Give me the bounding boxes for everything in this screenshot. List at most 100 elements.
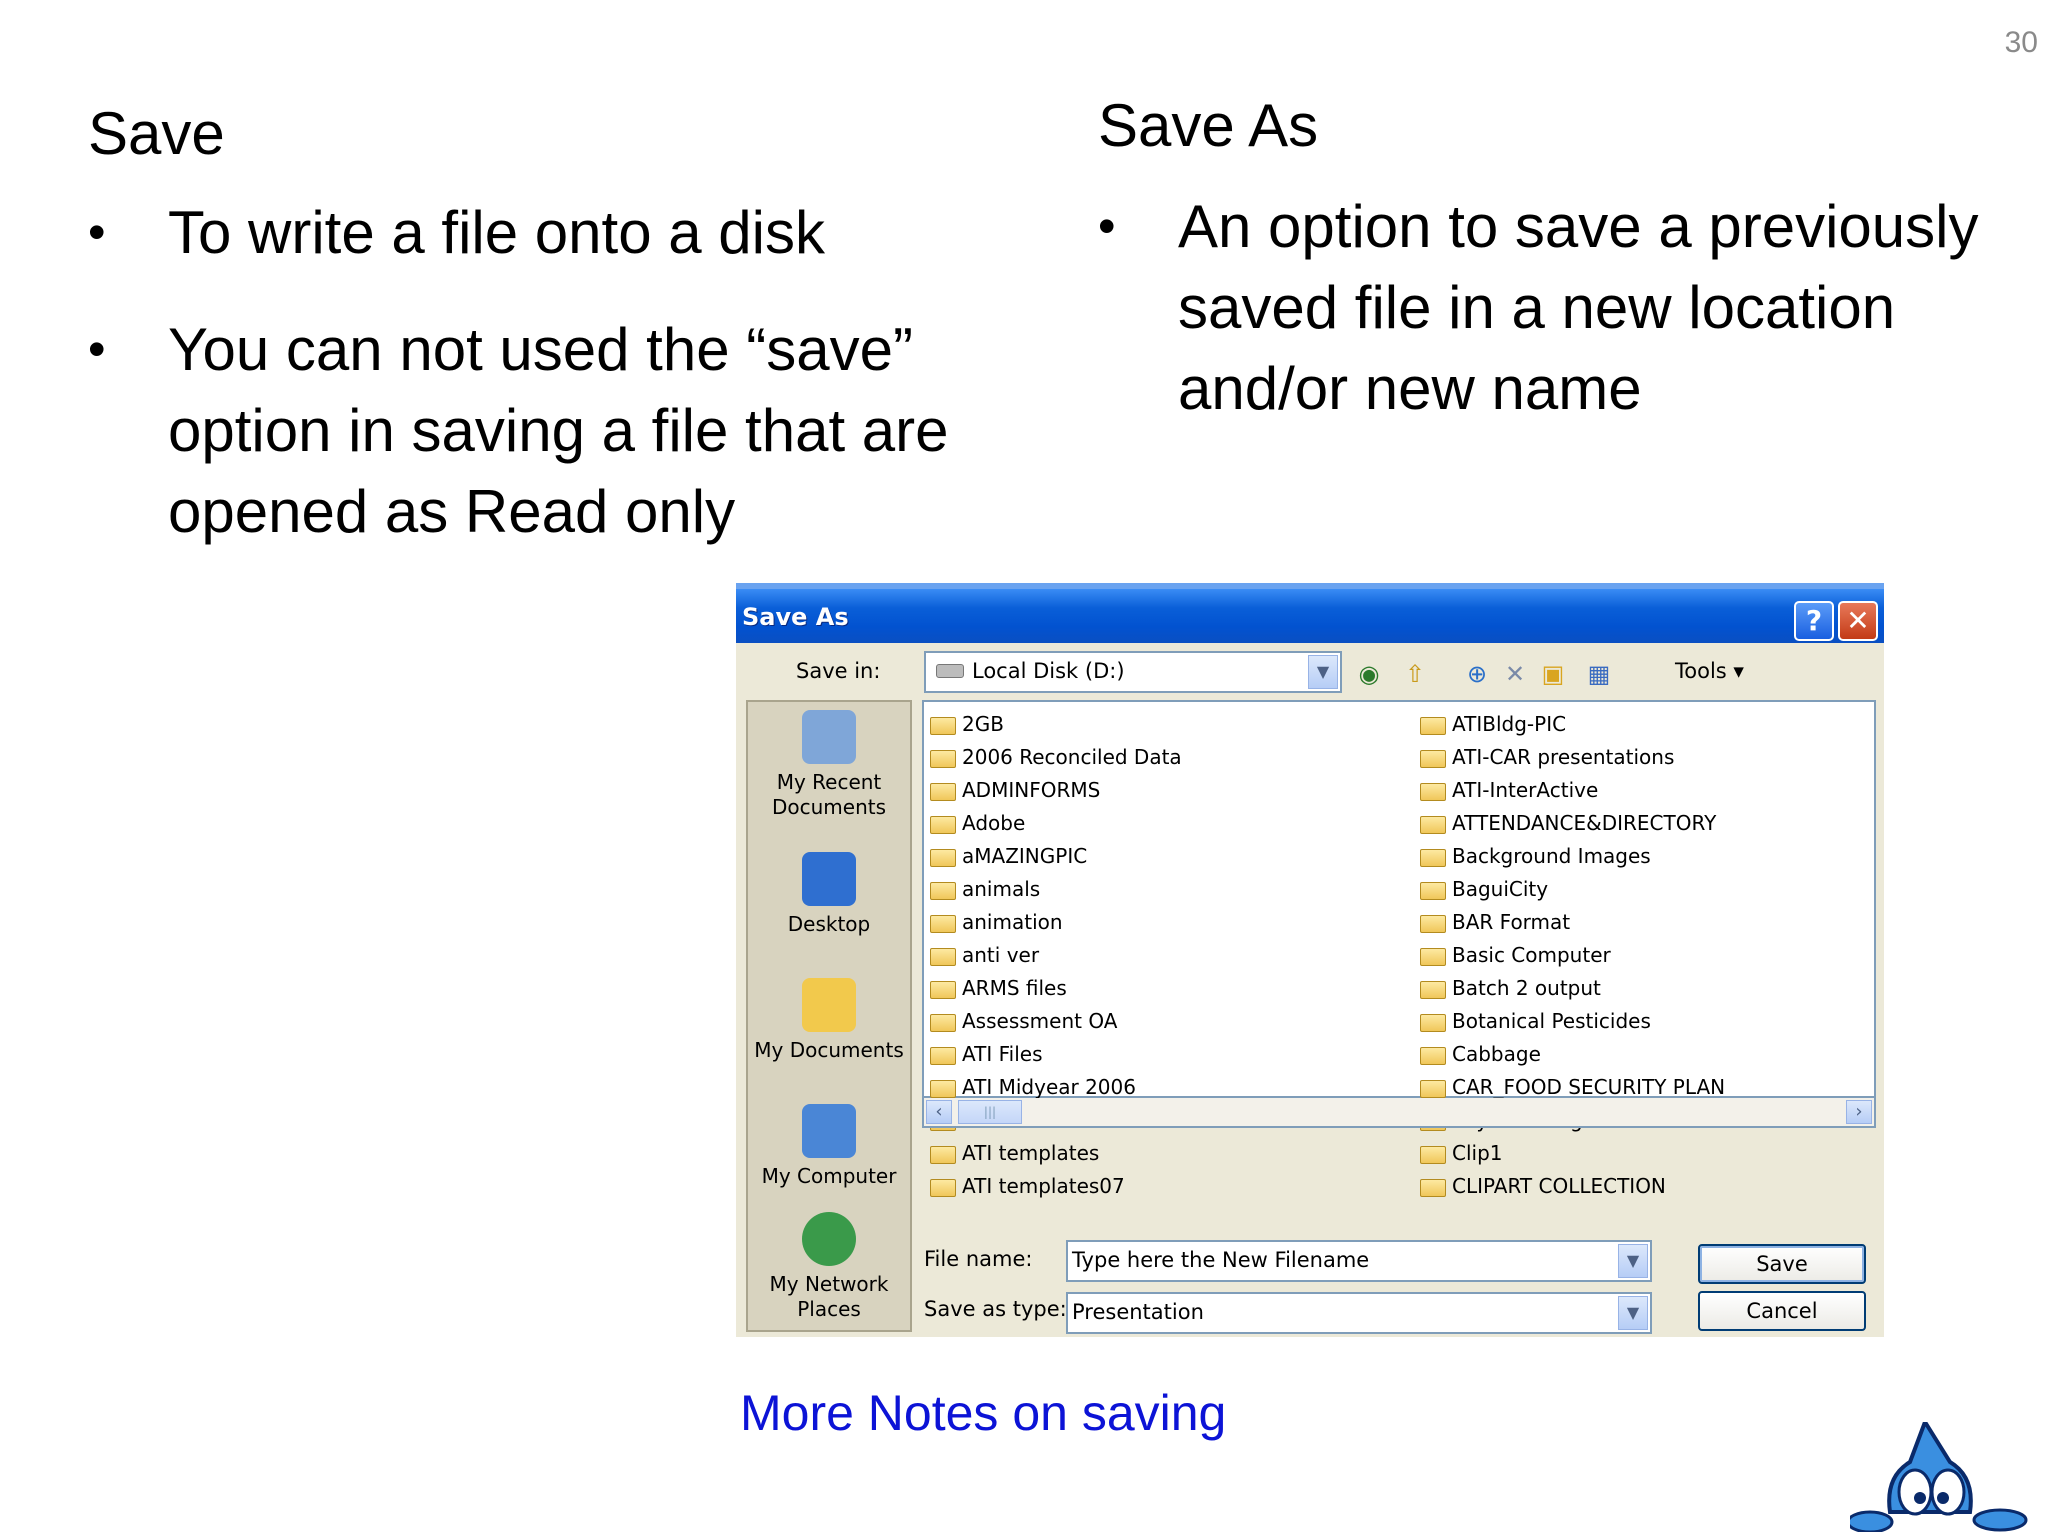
file-name: 2GB [962, 712, 1004, 736]
list-item[interactable]: animation [928, 906, 1182, 939]
help-button[interactable]: ? [1794, 601, 1834, 641]
file-name: ATI-CAR presentations [1452, 745, 1675, 769]
local-disk-icon [936, 664, 964, 678]
list-item[interactable]: ATI Files [928, 1038, 1182, 1071]
chevron-down-icon[interactable]: ▼ [1618, 1296, 1648, 1330]
file-name: ATI templates07 [962, 1174, 1125, 1198]
place-my-recent-documents[interactable]: My Recent Documents [748, 710, 910, 820]
list-item[interactable]: ADMINFORMS [928, 774, 1182, 807]
list-item[interactable]: Adobe [928, 807, 1182, 840]
close-button[interactable]: ✕ [1838, 601, 1878, 641]
delete-icon[interactable]: ✕ [1500, 659, 1530, 689]
save-heading: Save [88, 100, 225, 167]
save-button[interactable]: Save [1698, 1244, 1866, 1284]
bullet-marker: • [1098, 198, 1116, 254]
mascot-logo [1850, 1422, 2028, 1532]
folder-icon [1420, 1179, 1446, 1197]
file-name: BaguiCity [1452, 877, 1549, 901]
folder-icon [1420, 816, 1446, 834]
chevron-down-icon[interactable]: ▼ [1618, 1244, 1648, 1278]
recent-documents-icon [802, 710, 856, 764]
list-item[interactable]: ATI templates07 [928, 1170, 1182, 1203]
file-column-1: 2GB 2006 Reconciled Data ADMINFORMS Adob… [928, 708, 1182, 1203]
file-name: animation [962, 910, 1063, 934]
list-item[interactable]: ATIBldg-PIC [1418, 708, 1725, 741]
folder-icon [1420, 1014, 1446, 1032]
desktop-icon [802, 852, 856, 906]
list-item[interactable]: ATI templates [928, 1137, 1182, 1170]
dialog-title-bar[interactable]: Save As ? ✕ [736, 583, 1884, 643]
place-my-documents[interactable]: My Documents [748, 978, 910, 1063]
list-item[interactable]: Background Images [1418, 840, 1725, 873]
folder-icon [1420, 849, 1446, 867]
file-name: Basic Computer [1452, 943, 1611, 967]
list-item[interactable]: Cabbage [1418, 1038, 1725, 1071]
list-item[interactable]: anti ver [928, 939, 1182, 972]
folder-icon [1420, 1080, 1446, 1098]
network-places-icon [802, 1212, 856, 1266]
file-name: ATI Files [962, 1042, 1043, 1066]
place-my-computer[interactable]: My Computer [748, 1104, 910, 1189]
new-folder-icon[interactable]: ▣ [1538, 659, 1568, 689]
save-as-type-dropdown[interactable]: Presentation ▼ [1066, 1292, 1652, 1334]
list-item[interactable]: Assessment OA [928, 1005, 1182, 1038]
save-in-dropdown[interactable]: Local Disk (D:) ▼ [924, 651, 1342, 693]
place-label: Desktop [787, 912, 871, 936]
file-name: CLIPART COLLECTION [1452, 1174, 1666, 1198]
more-notes-link[interactable]: More Notes on saving [740, 1384, 1226, 1442]
folder-icon [1420, 948, 1446, 966]
bullet-marker: • [88, 204, 106, 260]
scroll-right-button[interactable]: › [1846, 1100, 1872, 1124]
list-item[interactable]: ATTENDANCE&DIRECTORY [1418, 807, 1725, 840]
file-name: ATI-InterActive [1452, 778, 1599, 802]
my-computer-icon [802, 1104, 856, 1158]
list-item[interactable]: CLIPART COLLECTION [1418, 1170, 1725, 1203]
file-name: 2006 Reconciled Data [962, 745, 1182, 769]
file-name: anti ver [962, 943, 1040, 967]
list-item[interactable]: 2GB [928, 708, 1182, 741]
tools-menu[interactable]: Tools ▾ [1675, 659, 1744, 683]
file-list[interactable]: 2GB 2006 Reconciled Data ADMINFORMS Adob… [922, 700, 1876, 1198]
views-icon[interactable]: ▦ [1584, 659, 1614, 689]
folder-icon [1420, 1047, 1446, 1065]
bullet-text: You can not used the “save” option in sa… [168, 316, 949, 545]
file-name: Adobe [962, 811, 1026, 835]
list-item[interactable]: 2006 Reconciled Data [928, 741, 1182, 774]
folder-icon [930, 1080, 956, 1098]
folder-icon [930, 1146, 956, 1164]
list-item[interactable]: BAR Format [1418, 906, 1725, 939]
horizontal-scrollbar[interactable]: ‹ ||| › [922, 1098, 1876, 1128]
list-item[interactable]: Batch 2 output [1418, 972, 1725, 1005]
search-web-icon[interactable]: ⊕ [1462, 659, 1492, 689]
list-item[interactable]: Clip1 [1418, 1137, 1725, 1170]
list-item[interactable]: BaguiCity [1418, 873, 1725, 906]
list-item[interactable]: aMAZINGPIC [928, 840, 1182, 873]
folder-icon [1420, 981, 1446, 999]
list-item[interactable]: ATI-InterActive [1418, 774, 1725, 807]
file-name: ADMINFORMS [962, 778, 1101, 802]
file-name: ARMS files [962, 976, 1067, 1000]
file-name: BAR Format [1452, 910, 1571, 934]
file-name: ATI templates [962, 1141, 1100, 1165]
folder-icon [1420, 750, 1446, 768]
place-my-network-places[interactable]: My Network Places [748, 1212, 910, 1322]
list-item[interactable]: Botanical Pesticides [1418, 1005, 1725, 1038]
list-item[interactable]: ATI-CAR presentations [1418, 741, 1725, 774]
folder-icon [930, 1014, 956, 1032]
place-label: My Computer [761, 1164, 897, 1188]
place-desktop[interactable]: Desktop [748, 852, 910, 937]
file-name: ATIBldg-PIC [1452, 712, 1567, 736]
up-folder-icon[interactable]: ⇧ [1400, 659, 1430, 689]
chevron-down-icon[interactable]: ▼ [1308, 655, 1338, 689]
list-item[interactable]: Basic Computer [1418, 939, 1725, 972]
scroll-thumb[interactable]: ||| [958, 1100, 1022, 1124]
cancel-button[interactable]: Cancel [1698, 1291, 1866, 1331]
file-name-field[interactable]: Type here the New Filename ▼ [1066, 1240, 1652, 1282]
file-name: Botanical Pesticides [1452, 1009, 1651, 1033]
back-icon[interactable]: ◉ [1354, 659, 1384, 689]
list-item[interactable]: ARMS files [928, 972, 1182, 1005]
list-item[interactable]: animals [928, 873, 1182, 906]
folder-icon [930, 915, 956, 933]
scroll-left-button[interactable]: ‹ [926, 1100, 952, 1124]
folder-icon [930, 783, 956, 801]
